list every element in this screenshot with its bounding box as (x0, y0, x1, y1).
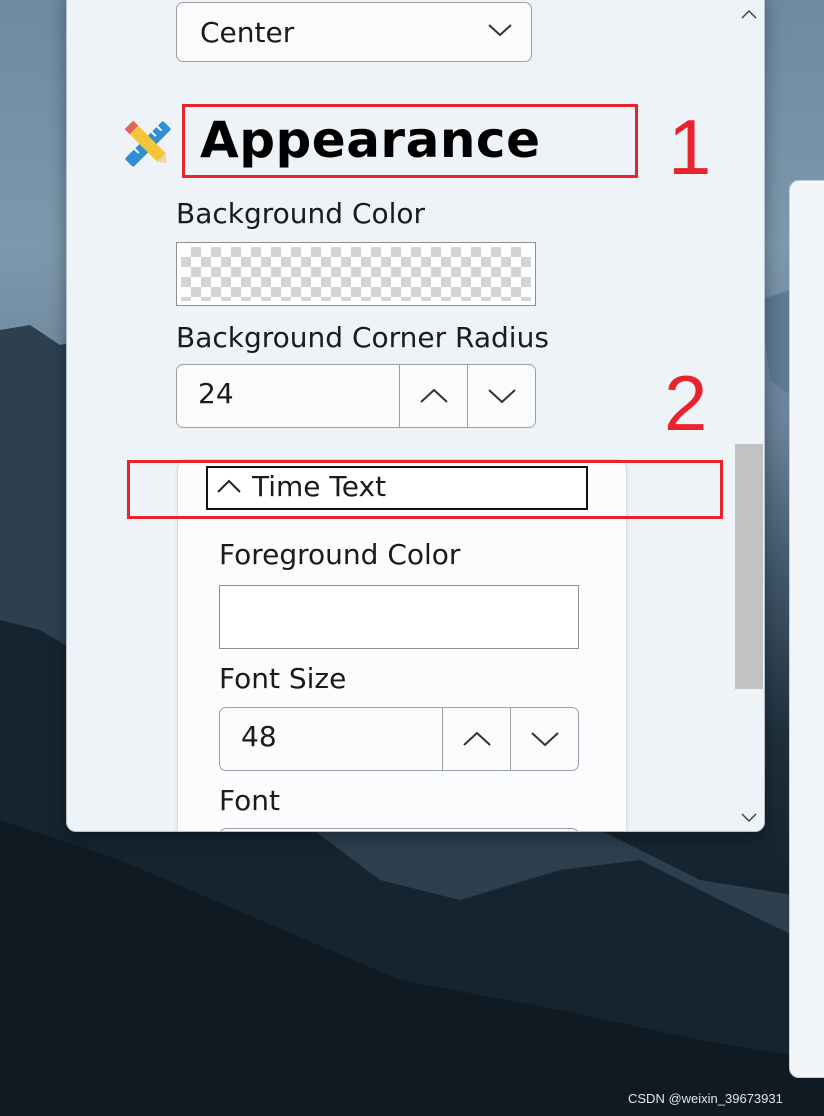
background-color-picker[interactable] (176, 242, 536, 306)
decrement-button[interactable] (510, 708, 578, 770)
annotation-box-1 (182, 104, 638, 178)
transparent-swatch (181, 247, 531, 301)
font-label: Font (219, 784, 280, 817)
adjacent-window-panel (789, 180, 824, 1078)
annotation-box-2 (127, 460, 723, 519)
alignment-dropdown[interactable]: Center (176, 2, 532, 62)
chevron-down-icon (487, 21, 513, 43)
corner-radius-numberbox[interactable]: 24 (176, 364, 536, 428)
scroll-up-arrow-icon[interactable] (740, 5, 758, 24)
foreground-color-picker[interactable] (219, 585, 579, 649)
vertical-scrollbar[interactable] (734, 0, 764, 831)
increment-button[interactable] (442, 708, 510, 770)
foreground-color-label: Foreground Color (219, 538, 461, 571)
corner-radius-label: Background Corner Radius (176, 321, 549, 354)
font-dropdown[interactable] (219, 828, 579, 831)
pencil-ruler-icon (121, 117, 175, 175)
watermark-text: CSDN @weixin_39673931 (628, 1091, 783, 1106)
scroll-down-arrow-icon[interactable] (740, 809, 758, 828)
font-size-label: Font Size (219, 662, 347, 695)
chevron-up-icon (419, 388, 448, 403)
scrollbar-thumb[interactable] (735, 444, 763, 689)
corner-radius-value: 24 (198, 377, 234, 410)
font-size-value: 48 (241, 720, 277, 753)
chevron-down-icon (530, 732, 559, 747)
increment-button[interactable] (399, 365, 467, 427)
alignment-dropdown-value: Center (200, 16, 295, 49)
font-size-numberbox[interactable]: 48 (219, 707, 579, 771)
decrement-button[interactable] (467, 365, 535, 427)
chevron-up-icon (462, 731, 491, 746)
annotation-number-1: 1 (668, 103, 712, 191)
chevron-down-icon (487, 389, 516, 404)
background-color-label: Background Color (176, 197, 426, 230)
annotation-number-2: 2 (664, 359, 708, 447)
